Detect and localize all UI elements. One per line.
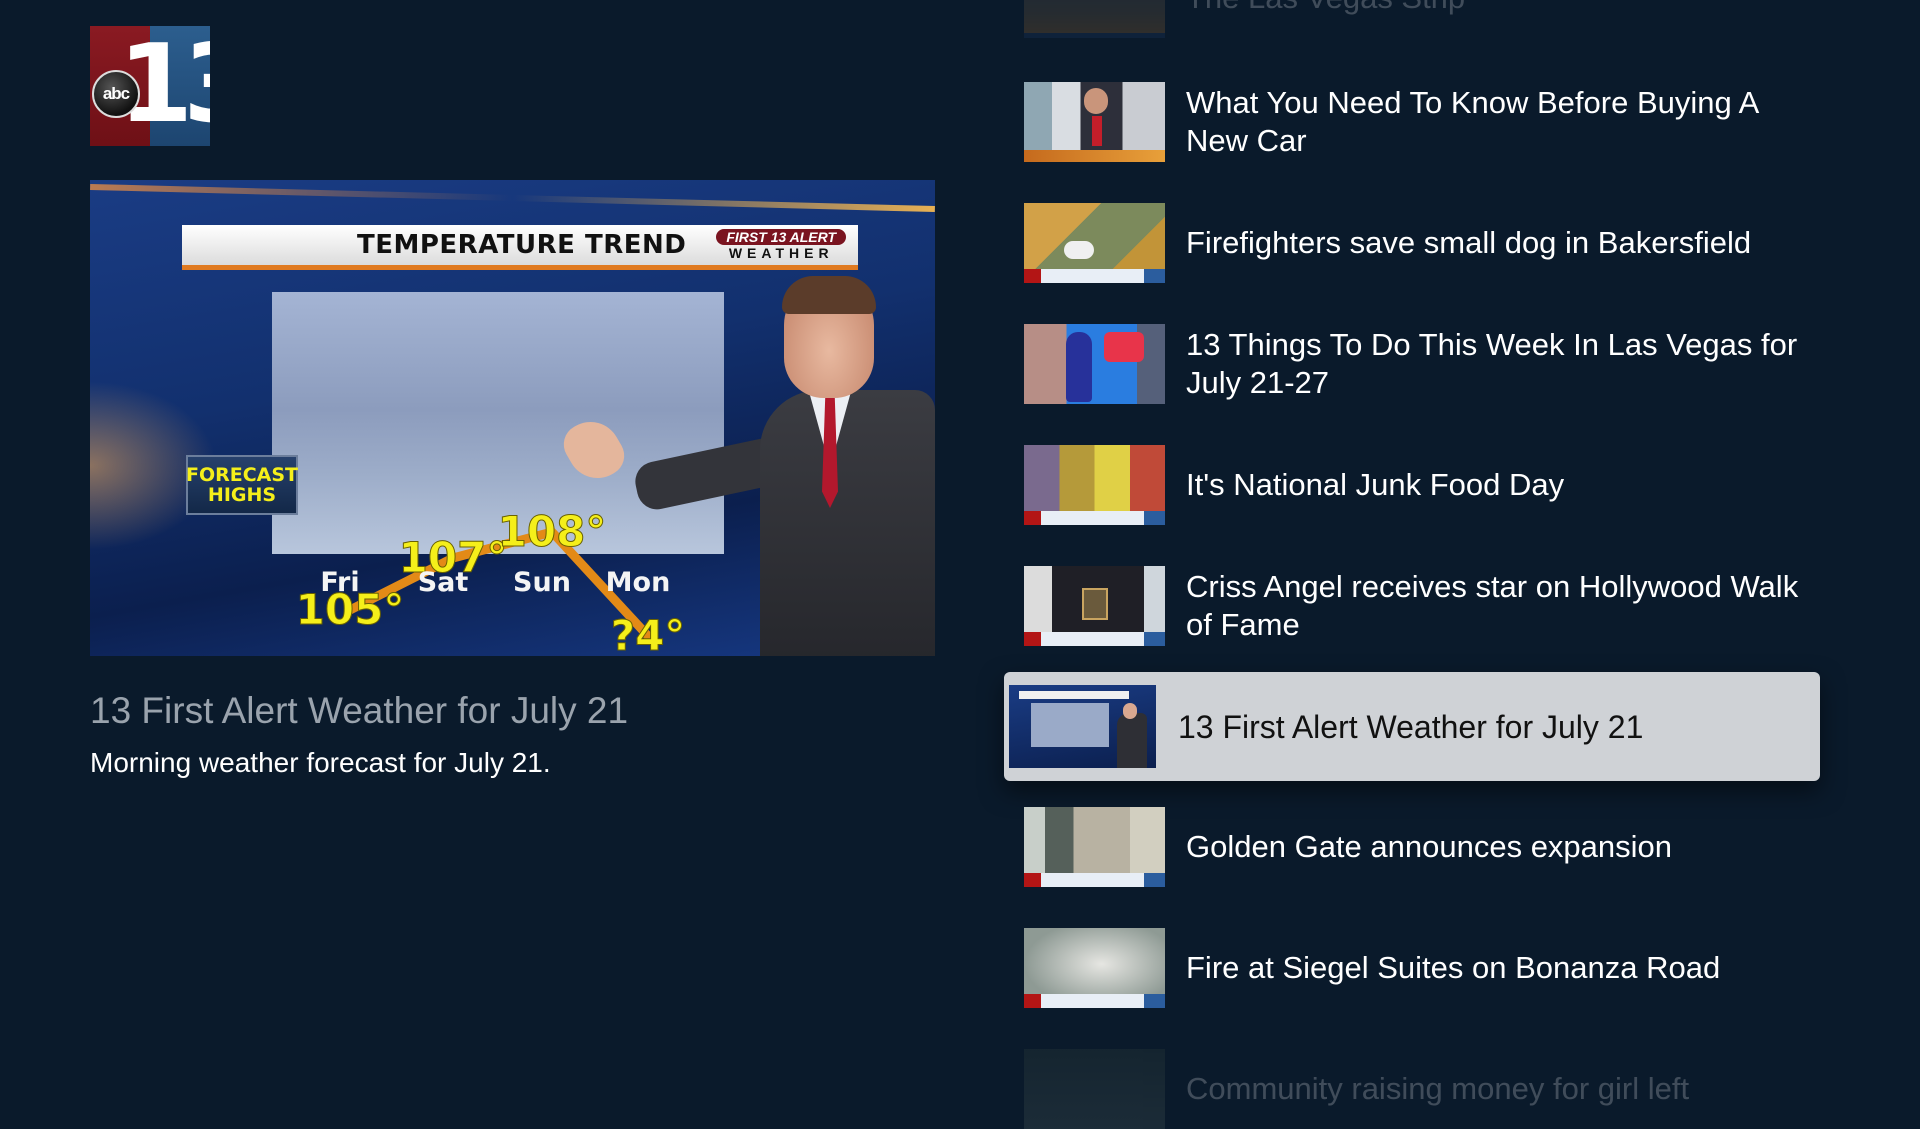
- list-item[interactable]: Firefighters save small dog in Bakersfie…: [1024, 203, 1804, 283]
- abc-network-icon: abc: [92, 70, 140, 118]
- thumbnail-lower-third: [1024, 150, 1165, 162]
- thumbnail-plot: [1031, 703, 1109, 747]
- video-thumbnail: [1024, 807, 1165, 887]
- thumbnail-ticker: [1024, 269, 1165, 283]
- thumbnail-sign: [1104, 332, 1144, 362]
- thumbnail-ticker: [1024, 511, 1165, 525]
- list-item[interactable]: 13 Things To Do This Week In Las Vegas f…: [1024, 324, 1804, 404]
- featured-video-player[interactable]: TEMPERATURE TREND FIRST 13 ALERT WEATHER…: [90, 180, 935, 656]
- station-logo: 13 abc: [90, 26, 210, 146]
- video-title: Firefighters save small dog in Bakersfie…: [1186, 225, 1752, 260]
- video-thumbnail: [1024, 82, 1165, 162]
- thumbnail-ticker: [1024, 632, 1165, 646]
- day-label-sat: Sat: [418, 567, 469, 598]
- list-item-selected[interactable]: 13 First Alert Weather for July 21: [1004, 672, 1820, 781]
- list-item[interactable]: The Las Vegas Strip: [1024, 0, 1804, 38]
- featured-title: 13 First Alert Weather for July 21: [90, 690, 629, 731]
- video-thumbnail: [1024, 445, 1165, 525]
- thumbnail-dog: [1064, 241, 1094, 259]
- video-thumbnail: [1024, 203, 1165, 283]
- thumbnail-face: [1084, 88, 1108, 114]
- list-item[interactable]: What You Need To Know Before Buying A Ne…: [1024, 82, 1804, 162]
- list-item[interactable]: Criss Angel receives star on Hollywood W…: [1024, 566, 1804, 646]
- video-title: Fire at Siegel Suites on Bonanza Road: [1186, 950, 1721, 985]
- thumbnail-presenter: [1117, 713, 1147, 768]
- video-title: Criss Angel receives star on Hollywood W…: [1186, 569, 1799, 642]
- thumbnail-star-plaque: [1082, 588, 1108, 620]
- video-thumbnail: [1024, 324, 1165, 404]
- video-thumbnail: [1024, 566, 1165, 646]
- video-title: 13 Things To Do This Week In Las Vegas f…: [1186, 327, 1798, 400]
- thumbnail-shirt: [1092, 116, 1102, 146]
- value-label-mon: ?4°: [611, 611, 686, 656]
- list-item[interactable]: Fire at Siegel Suites on Bonanza Road: [1024, 928, 1804, 1008]
- thumbnail-ticker: [1024, 994, 1165, 1008]
- video-title: It's National Junk Food Day: [1186, 467, 1565, 502]
- weather-presenter: [760, 276, 935, 656]
- thumbnail-presenter-head: [1123, 703, 1137, 719]
- video-title: The Las Vegas Strip: [1186, 0, 1465, 17]
- video-title: Golden Gate announces expansion: [1186, 829, 1673, 864]
- featured-description: Morning weather forecast for July 21.: [90, 747, 551, 778]
- video-list[interactable]: The Las Vegas Strip What You Need To Kno…: [1004, 0, 1820, 1129]
- video-thumbnail: [1009, 685, 1156, 768]
- value-label-sun: 108°: [498, 507, 607, 556]
- video-thumbnail: [1024, 0, 1165, 38]
- day-label-sun: Sun: [513, 567, 571, 598]
- thumbnail-ticker: [1024, 33, 1165, 38]
- video-title: 13 First Alert Weather for July 21: [1178, 708, 1644, 745]
- day-label-mon: Mon: [606, 567, 671, 598]
- video-title: Community raising money for girl left: [1186, 1071, 1690, 1106]
- thumbnail-banner: [1019, 691, 1129, 699]
- thumbnail-ticker: [1024, 873, 1165, 887]
- video-title: What You Need To Know Before Buying A Ne…: [1186, 85, 1758, 158]
- presenter-hair: [782, 276, 876, 314]
- list-item[interactable]: It's National Junk Food Day: [1024, 445, 1804, 525]
- presenter-suit: [760, 390, 935, 656]
- list-item[interactable]: Community raising money for girl left: [1024, 1049, 1804, 1129]
- list-item[interactable]: Golden Gate announces expansion: [1024, 807, 1804, 887]
- day-label-fri: Fri: [320, 567, 359, 598]
- video-thumbnail: [1024, 928, 1165, 1008]
- thumbnail-host: [1066, 332, 1092, 402]
- video-thumbnail: [1024, 1049, 1165, 1129]
